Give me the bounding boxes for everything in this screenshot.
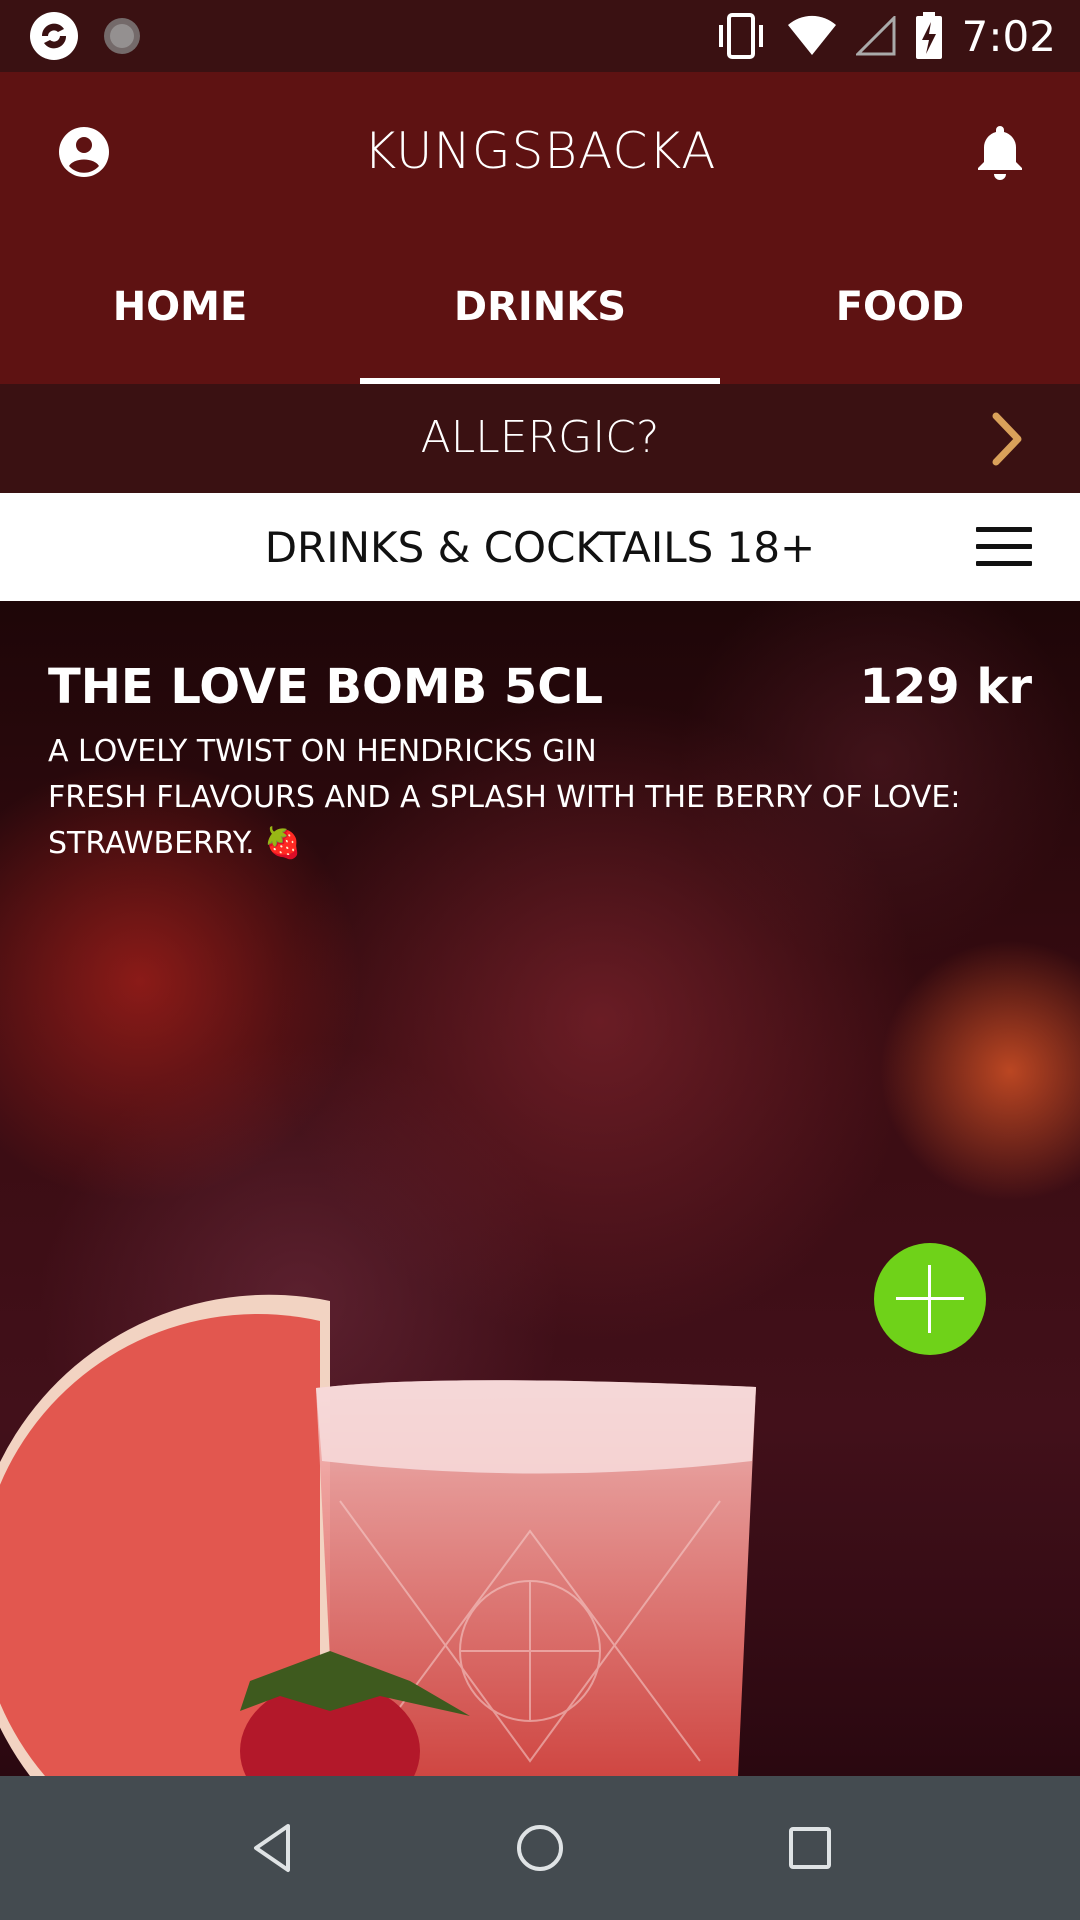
description-line: FRESH FLAVOURS AND A SPLASH WITH THE BER… (48, 780, 961, 815)
add-to-cart-button[interactable] (874, 1243, 986, 1355)
app-header: KUNGSBACKA HOME DRINKS FOOD (0, 72, 1080, 384)
allergic-label: ALLERGIC? (420, 412, 660, 463)
cell-signal-icon (855, 16, 896, 56)
wifi-icon (787, 15, 836, 56)
product-name: THE LOVE BOMB 5CL (48, 659, 604, 715)
loading-icon (104, 18, 140, 54)
category-title: DRINKS & COCKTAILS 18+ (264, 523, 816, 572)
tab-bar: HOME DRINKS FOOD (0, 262, 1080, 384)
page-title: KUNGSBACKA (363, 122, 717, 180)
product-description: A LOVELY TWIST ON HENDRICKS GIN FRESH FL… (48, 729, 961, 867)
vibrate-icon (718, 13, 763, 59)
tab-drinks[interactable]: DRINKS (360, 262, 720, 384)
system-nav-bar (0, 1776, 1080, 1920)
bell-icon[interactable] (972, 122, 1028, 182)
app-logo-icon (30, 12, 78, 60)
tab-food[interactable]: FOOD (720, 262, 1080, 384)
product-price: 129 kr (859, 659, 1033, 715)
allergic-banner[interactable]: ALLERGIC? (0, 384, 1080, 493)
status-bar: 7:02 (0, 0, 1080, 72)
status-time: 7:02 (961, 11, 1056, 61)
product-card[interactable]: THE LOVE BOMB 5CL 129 kr A LOVELY TWIST … (0, 601, 1080, 1776)
tab-home[interactable]: HOME (0, 262, 360, 384)
description-line: STRAWBERRY. 🍓 (48, 826, 302, 861)
home-icon[interactable] (508, 1816, 572, 1880)
battery-charging-icon (915, 12, 942, 59)
hamburger-menu-icon[interactable] (976, 527, 1032, 567)
category-bar: DRINKS & COCKTAILS 18+ (0, 493, 1080, 601)
back-icon[interactable] (240, 1816, 304, 1880)
recents-icon[interactable] (778, 1816, 842, 1880)
description-line: A LOVELY TWIST ON HENDRICKS GIN (48, 734, 597, 769)
chevron-right-icon (992, 412, 1022, 466)
